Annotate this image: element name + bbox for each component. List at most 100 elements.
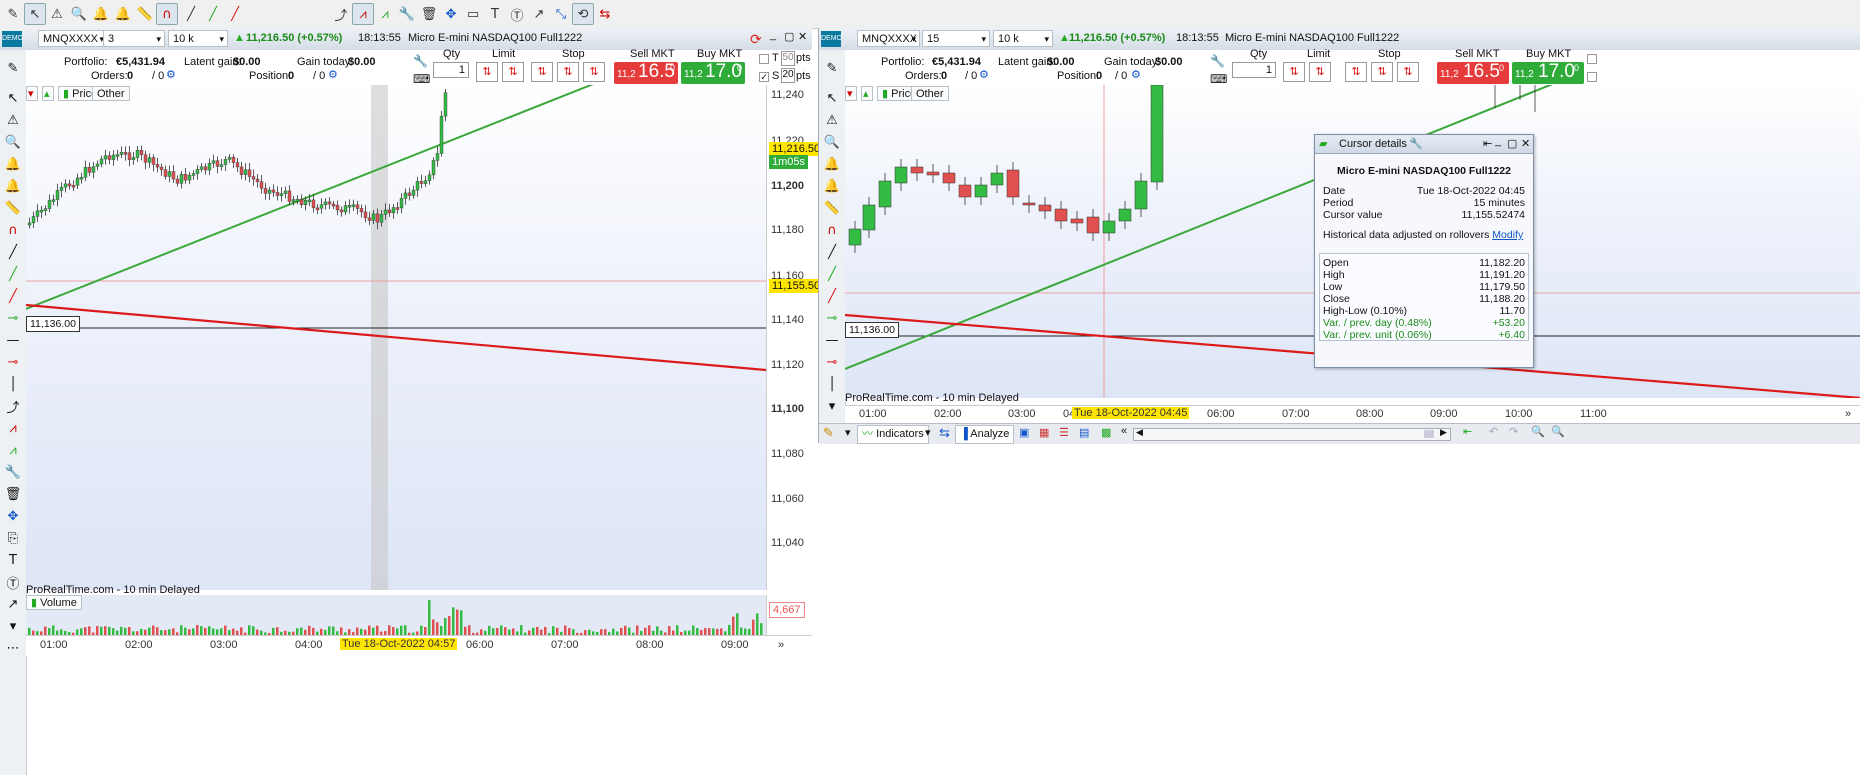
s-points-input[interactable]: 20 [781,68,795,83]
sync-icon[interactable]: ⟳ [750,31,762,48]
t-points-input[interactable]: 50 [781,51,795,66]
screener-icon[interactable]: ▤ [1079,426,1089,439]
select-icon[interactable]: ⤡ [550,3,572,25]
time-axis[interactable]: 01:00 02:00 03:00 04 Tue 18-Oct-2022 04:… [845,405,1860,424]
stop-buy-button[interactable]: ⇅ [1345,62,1367,82]
line-icon[interactable]: ╱ [3,242,23,262]
cursor-icon[interactable]: ↖ [822,88,842,108]
orders-gear-icon[interactable]: ⚙ [979,68,989,81]
analyze-button[interactable]: ▐ Analyze [955,425,1015,444]
alert-bell-icon[interactable]: 🔔 [3,176,23,196]
ruler-icon[interactable]: 📏 [134,3,156,25]
zoom-icon[interactable]: 🔍 [68,3,90,25]
panel-maximize-icon[interactable]: ▢ [1507,137,1517,150]
hline-red-icon[interactable]: ⊸ [3,352,23,372]
channel-red-icon[interactable]: ⇆ [594,3,616,25]
ruler-icon[interactable]: 📏 [822,198,842,218]
list-icon[interactable]: ☰ [1059,426,1069,439]
other-tab[interactable]: Other [911,86,949,101]
panel-close-icon[interactable]: ✕ [1521,137,1530,150]
drawing-pencil-icon[interactable]: ✎ [2,3,24,25]
scroll-right-icon[interactable]: » [1845,408,1851,420]
buy-mkt-button[interactable]: 11,2 17.0 0 [1512,61,1584,84]
chat-icon[interactable]: ▣ [1019,426,1029,439]
line-red-icon[interactable]: ╱ [3,286,23,306]
vline-icon[interactable]: │ [822,374,842,394]
redo-icon[interactable]: ↷ [1509,425,1518,438]
scroll-down-icon[interactable]: ▾ [822,396,842,416]
s-checkbox[interactable] [1587,72,1597,82]
alert-bell-icon[interactable]: 🔔 [112,3,134,25]
hline-icon[interactable]: — [822,330,842,350]
position-gear-icon[interactable]: ⚙ [328,68,338,81]
s-checkbox[interactable]: ✓ [759,72,769,82]
scroll-right-icon[interactable]: » [778,639,784,651]
symbol-select[interactable]: MNQXXXX [38,30,108,48]
keyboard-icon[interactable]: ⌨ [413,72,430,86]
minimize-icon[interactable]: _ [770,29,776,41]
maximize-icon[interactable]: ▢ [784,30,794,43]
scroll-left-icon[interactable]: « [1121,425,1127,437]
text-icon[interactable]: T [3,550,23,570]
hline-red-icon[interactable]: ⊸ [822,352,842,372]
sell-mkt-button[interactable]: 11,2 16.5 0 [614,61,678,84]
period-select[interactable]: 3 minutes [103,30,165,62]
export-icon[interactable]: ⇤ [1463,425,1472,438]
line-green-icon[interactable]: ╱ [3,264,23,284]
price-chart[interactable]: ▾ ▴ ▮ Price Other ProRealTime.com - 10 m… [26,85,766,596]
indicators-button[interactable]: 〰 Indicators [857,425,929,444]
undo-icon[interactable]: ⟲ [572,3,594,25]
cursor-icon[interactable]: ↖ [24,3,46,25]
scroll-down-icon[interactable]: ▾ [3,616,23,636]
t-checkbox[interactable] [1587,54,1597,64]
close-icon[interactable]: ✕ [798,30,807,43]
limit-sell-button[interactable]: ⇅ [502,62,524,82]
pencil-icon[interactable]: ✎ [3,58,23,78]
stop-sell-button[interactable]: ⇅ [1371,62,1393,82]
collapse-icon[interactable]: ▾ [26,86,38,101]
hline-green-icon[interactable]: ⊸ [822,308,842,328]
text-circle-icon[interactable]: Ⓣ [3,572,23,592]
wrench-icon[interactable]: 🔧 [396,3,418,25]
table-icon[interactable]: ▦ [1039,426,1049,439]
zoom-icon[interactable]: 🔍 [3,132,23,152]
alert-icon[interactable]: ⚠ [3,110,23,130]
magnet-icon[interactable]: ∩ [822,220,842,240]
copy-icon[interactable]: ⎘ [3,528,23,548]
volume-tab[interactable]: ▮ Volume [26,595,82,610]
sell-mkt-button[interactable]: 11,2 16.5 0 [1437,61,1509,84]
scroll-left-arrow-icon[interactable]: ◀ [1136,427,1143,438]
text-circle-icon[interactable]: Ⓣ [506,3,528,25]
units-select[interactable]: 10 k units [993,30,1053,62]
line-red-icon[interactable]: ╱ [224,3,246,25]
scrollbar-thumb[interactable] [1424,430,1434,438]
move-icon[interactable]: ✥ [440,3,462,25]
trend-icon[interactable]: ⤴ [330,3,352,25]
other-tab[interactable]: Other [92,86,130,101]
menu-caret-icon[interactable]: ▾ [845,426,851,439]
trash-icon[interactable]: 🗑 [3,484,23,504]
panel-minimize-icon[interactable]: _ [1495,135,1501,147]
indicators-caret-icon[interactable]: ▾ [925,426,931,439]
expand-icon[interactable]: ▴ [861,86,873,101]
panel-title-bar[interactable]: ▰ Cursor details 🔧 ⇤ _ ▢ ✕ [1315,135,1533,154]
qty-input[interactable]: 1 [433,62,469,78]
channel-green-icon[interactable]: ⩘ [374,3,396,25]
limit-sell-button[interactable]: ⇅ [1309,62,1331,82]
line-red-icon[interactable]: ╱ [822,286,842,306]
stop-limit-button[interactable]: ⇅ [583,62,605,82]
line-icon[interactable]: ╱ [822,242,842,262]
stop-sell-button[interactable]: ⇅ [557,62,579,82]
text-icon[interactable]: T [484,3,506,25]
t-checkbox[interactable] [759,54,769,64]
panel-pin-icon[interactable]: ⇤ [1483,137,1492,150]
volume-chart[interactable]: ▮ Volume [26,595,766,635]
time-scrollbar[interactable]: ◀ ▶ [1133,427,1451,441]
limit-buy-button[interactable]: ⇅ [1283,62,1305,82]
bell-icon[interactable]: 🔔 [822,154,842,174]
magnet-icon[interactable]: ∩ [3,220,23,240]
pencil-icon[interactable]: ✎ [822,58,842,78]
keyboard-icon[interactable]: ⌨ [1210,72,1227,86]
orders-gear-icon[interactable]: ⚙ [166,68,176,81]
magnet-icon[interactable]: ∩ [156,3,178,25]
